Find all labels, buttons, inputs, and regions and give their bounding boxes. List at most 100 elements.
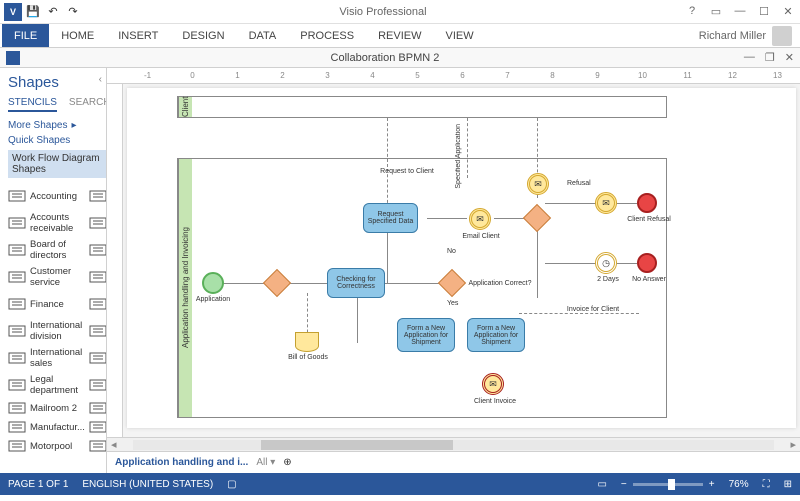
shape-item[interactable]: Board of directors [8,238,85,262]
zoom-slider-thumb[interactable] [668,479,675,490]
ribbon: FILE HOME INSERT DESIGN DATA PROCESS REV… [0,24,800,48]
save-button[interactable]: 💾 [24,3,42,21]
close-button[interactable]: ✕ [780,5,796,18]
shape-stencil-icon [89,439,107,453]
app-icon[interactable]: V [4,3,22,21]
doc-minimize-button[interactable]: — [744,51,755,64]
flow-line [519,313,639,314]
tab-search[interactable]: SEARCH [69,97,107,112]
end-no-answer[interactable] [637,253,657,273]
ribbon-tab-view[interactable]: VIEW [433,24,485,47]
zoom-in-icon[interactable]: + [709,479,715,490]
collapse-panel-icon[interactable]: ‹ [99,74,102,85]
help-button[interactable]: ? [684,5,700,18]
shape-item[interactable]: Packaging [89,438,107,454]
ribbon-tab-insert[interactable]: INSERT [106,24,170,47]
zoom-out-icon[interactable]: − [621,479,627,490]
ribbon-tab-process[interactable]: PROCESS [288,24,366,47]
event-email-client[interactable]: ✉ [469,208,491,230]
shape-stencil-icon [8,324,26,338]
shape-item[interactable]: Customer service [8,265,85,289]
maximize-button[interactable]: ☐ [756,5,772,18]
quick-shapes-link[interactable]: Quick Shapes [8,135,106,146]
shape-item[interactable]: Accounts receivable [8,211,85,235]
tab-stencils[interactable]: STENCILS [8,97,57,112]
shapes-section-header[interactable]: Work Flow Diagram Shapes [8,150,106,178]
ribbon-tab-review[interactable]: REVIEW [366,24,433,47]
event-timer-2days[interactable]: ◷ [595,252,617,274]
scroll-left-icon[interactable]: ◂ [107,438,121,451]
user-name[interactable]: Richard Miller [699,30,766,42]
scroll-right-icon[interactable]: ▸ [786,438,800,451]
event-refusal-msg[interactable]: ✉ [527,173,549,195]
shape-item[interactable]: Accounts payable [89,184,107,208]
horizontal-scrollbar[interactable]: ◂ ▸ [107,437,800,451]
ribbon-tab-home[interactable]: HOME [49,24,106,47]
shape-item-label: Board of directors [30,239,85,261]
task-request-spec[interactable]: Request Specified Data [363,203,418,233]
shape-stencil-icon [89,243,107,257]
shapes-title: Shapes [8,74,106,91]
ribbon-tab-file[interactable]: FILE [2,24,49,47]
shape-item[interactable]: International division [8,319,85,343]
presentation-mode-icon[interactable]: ▭ [597,479,606,490]
end-client-refusal[interactable] [637,193,657,213]
pool-main-label: Application handling and Invoicing [178,159,192,417]
user-avatar-icon[interactable] [772,26,792,46]
shape-item[interactable]: Management [89,400,107,416]
task-form-new-2[interactable]: Form a New Application for Shipment [467,318,525,352]
shape-stencil-icon [8,351,26,365]
shape-stencil-icon [8,270,26,284]
page-indicator[interactable]: PAGE 1 OF 1 [8,479,68,490]
pool-main[interactable]: Application handling and Invoicing [177,158,667,418]
shape-item[interactable]: Bank [89,211,107,235]
shape-item[interactable]: International sales [8,346,85,370]
doc-close-button[interactable]: ✕ [785,51,794,64]
shape-item[interactable]: Mailroom 2 [8,400,85,416]
pool-client[interactable]: Client [177,96,667,118]
ribbon-toggle-button[interactable]: ▭ [708,5,724,18]
shape-item[interactable]: Finance [8,292,85,316]
event-client-refusal[interactable]: ✉ [595,192,617,214]
sheet-tab-active[interactable]: Application handling and i... [115,457,248,468]
shape-item[interactable]: Manufactur... [8,419,85,435]
event-client-invoice[interactable]: ✉ [482,373,504,395]
language-indicator[interactable]: ENGLISH (UNITED STATES) [82,479,213,490]
vertical-ruler [107,84,123,437]
shape-item-label: Motorpool [30,441,72,452]
shape-item[interactable]: Inventory [89,346,107,370]
pan-zoom-icon[interactable]: ⊞ [784,479,792,490]
chevron-right-icon: ▸ [71,120,76,131]
shape-item[interactable]: Motorpool [8,438,85,454]
zoom-control[interactable]: − + [621,479,715,490]
shape-item[interactable]: Accounting [8,184,85,208]
shape-item[interactable]: Legal department [8,373,85,397]
task-checking[interactable]: Checking for Correctness [327,268,385,298]
sheet-all-label[interactable]: All ▾ [256,457,275,468]
shape-item[interactable]: International marketing [89,319,107,343]
task-form-new-1[interactable]: Form a New Application for Shipment [397,318,455,352]
shape-item[interactable]: Distribution [89,265,107,289]
undo-button[interactable]: ↶ [44,3,62,21]
zoom-level[interactable]: 76% [729,479,749,490]
ribbon-tab-design[interactable]: DESIGN [170,24,236,47]
shape-item[interactable]: Mailroom 1 [89,373,107,397]
ruler-tick: 3 [305,71,350,80]
doc-restore-button[interactable]: ❐ [765,51,775,64]
fit-window-icon[interactable]: ⛶ [763,479,770,490]
ribbon-tab-data[interactable]: DATA [237,24,289,47]
shape-item[interactable]: Copy center [89,238,107,262]
shape-stencil-icon [8,189,26,203]
shape-item[interactable]: Information systems [89,292,107,316]
more-shapes-link[interactable]: More Shapes▸ [8,120,106,131]
start-event[interactable] [202,272,224,294]
macro-record-icon[interactable]: ▢ [227,479,236,490]
scroll-thumb[interactable] [261,440,454,450]
add-sheet-button[interactable]: ⊕ [283,457,291,468]
redo-button[interactable]: ↷ [64,3,82,21]
data-bill-of-goods[interactable] [295,332,319,352]
shape-item[interactable]: Marketing [89,419,107,435]
minimize-button[interactable]: — [732,5,748,18]
drawing-canvas[interactable]: Client Application handling and Invoicin… [127,88,796,428]
main-area: ‹ Shapes STENCILS SEARCH More Shapes▸ Qu… [0,68,800,473]
